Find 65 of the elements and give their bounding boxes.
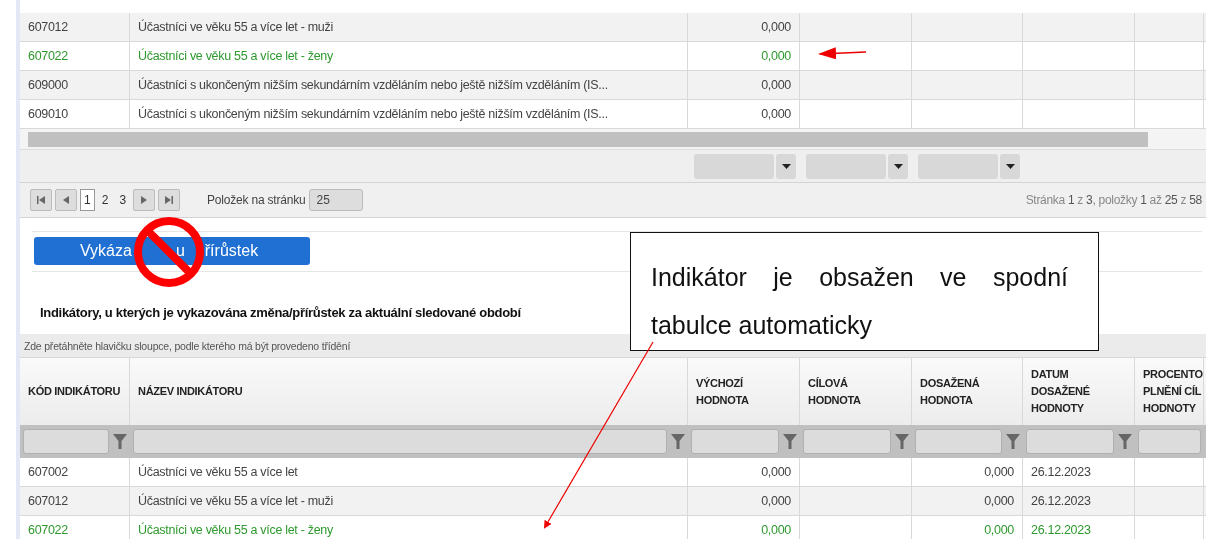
table-cell: 0,000 bbox=[912, 458, 1023, 486]
dropdown[interactable] bbox=[918, 153, 1020, 179]
table-cell: Účastníci ve věku 55 a více let - muži bbox=[130, 487, 688, 515]
table-cell: Účastníci ve věku 55 a více let bbox=[130, 458, 688, 486]
previous-icon bbox=[61, 195, 71, 205]
filter-icon[interactable] bbox=[113, 434, 127, 449]
table-cell: 609010 bbox=[20, 100, 130, 128]
filter-field[interactable] bbox=[803, 429, 891, 454]
caret-icon bbox=[893, 163, 903, 169]
previous-page-button[interactable] bbox=[55, 189, 77, 211]
caret-icon bbox=[1005, 163, 1015, 169]
filter-field[interactable] bbox=[23, 429, 109, 454]
table-cell: 26.12.2023 bbox=[1023, 458, 1135, 486]
last-page-icon bbox=[164, 195, 175, 205]
arrow bbox=[818, 47, 867, 60]
prohibition-icon bbox=[133, 216, 205, 288]
filter-icon[interactable] bbox=[1118, 434, 1132, 449]
table-cell: 607022 bbox=[20, 516, 130, 539]
horizontal-scrollbar[interactable] bbox=[20, 129, 1206, 150]
pager-summary: Stránka 1 z 3, položky 1 až 25 z 58 bbox=[1025, 193, 1202, 207]
filter-icon[interactable] bbox=[895, 434, 909, 449]
filter-icon[interactable] bbox=[1006, 434, 1020, 449]
last-page-button[interactable] bbox=[158, 189, 181, 211]
first-page-button[interactable] bbox=[30, 189, 52, 211]
caret-icon bbox=[781, 163, 791, 169]
table-cell: Účastníci ve věku 55 a více let - muži bbox=[130, 13, 688, 41]
callout-note: Indikátor je obsažen ve spodní tabulce automaticky bbox=[630, 232, 1099, 351]
filter-field[interactable] bbox=[915, 429, 1002, 454]
filter-field[interactable] bbox=[1026, 429, 1114, 454]
table-cell: 26.12.2023 bbox=[1023, 487, 1135, 515]
table-cell: 607022 bbox=[20, 42, 130, 70]
filter-field[interactable] bbox=[133, 429, 667, 454]
table-cell: Účastníci s ukončeným nižším sekundárním vzděláním nebo ještě nižším vzděláním (IS... bbox=[130, 100, 688, 128]
report-change-button[interactable]: Vykáza u řírůstek bbox=[34, 237, 310, 265]
dropdown[interactable] bbox=[806, 153, 908, 179]
table-cell: 607012 bbox=[20, 487, 130, 515]
first-page-icon bbox=[36, 195, 46, 205]
next-page-button[interactable] bbox=[133, 189, 156, 211]
filter-field[interactable] bbox=[691, 429, 779, 454]
table-cell: 26.12.2023 bbox=[1023, 516, 1135, 539]
table-cell: 0,000 bbox=[912, 516, 1023, 539]
table-cell: 0,000 bbox=[912, 487, 1023, 515]
table-cell: 0,000 bbox=[688, 458, 800, 486]
table-cell: 0,000 bbox=[688, 42, 800, 70]
dropdown[interactable] bbox=[694, 153, 796, 179]
page-link[interactable]: 2 bbox=[97, 189, 113, 211]
table-cell: 0,000 bbox=[688, 13, 800, 41]
table-cell: 607002 bbox=[20, 458, 130, 486]
table-cell: 0,000 bbox=[688, 100, 800, 128]
page-size-label: Položek na stránku bbox=[207, 193, 306, 207]
page-size-field[interactable]: 25 bbox=[308, 189, 363, 211]
table-cell: Účastníci ve věku 55 a více let - ženy bbox=[130, 516, 688, 539]
section-title: Indikátory, u kterých je vykazována změna/přírůstek za aktuální sledované období bbox=[40, 304, 521, 320]
table-cell: 0,000 bbox=[688, 516, 800, 539]
filter-icon[interactable] bbox=[671, 434, 685, 449]
filter-icon[interactable] bbox=[783, 434, 797, 449]
table-cell: Účastníci ve věku 55 a více let - ženy bbox=[130, 42, 688, 70]
table-cell: 607012 bbox=[20, 13, 130, 41]
table-cell: 0,000 bbox=[688, 71, 800, 99]
page-link[interactable]: 3 bbox=[115, 189, 131, 211]
table-cell: 0,000 bbox=[688, 487, 800, 515]
filter-field[interactable] bbox=[1138, 429, 1201, 454]
page-link[interactable]: 1 bbox=[80, 189, 95, 211]
table-cell: Účastníci s ukončeným nižším sekundárním vzděláním nebo ještě nižším vzděláním (IS... bbox=[130, 71, 688, 99]
table-cell: 609000 bbox=[20, 71, 130, 99]
